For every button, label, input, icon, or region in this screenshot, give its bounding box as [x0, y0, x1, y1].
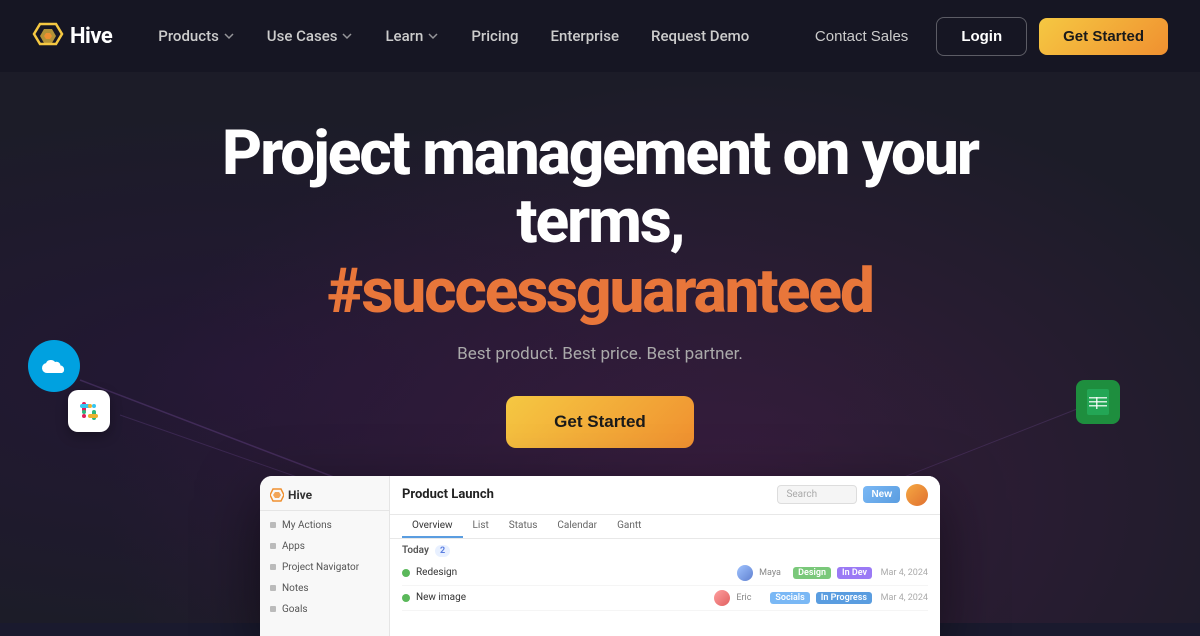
- chevron-down-icon: [341, 30, 353, 42]
- app-main: Product Launch Search New Overview List: [390, 476, 940, 636]
- hero-title: Project management on your terms,: [150, 120, 1050, 256]
- sidebar-item-notes[interactable]: Notes: [260, 578, 389, 599]
- nav-links: Products Use Cases Learn Pricing Enterpr…: [144, 19, 799, 53]
- task-status-dot: [402, 569, 410, 577]
- task-date-2: Mar 4, 2024: [878, 593, 928, 603]
- logo[interactable]: Hive: [32, 20, 112, 52]
- task-avatar-2: [714, 590, 730, 606]
- task-name-2: New image: [416, 592, 708, 603]
- nav-right: Contact Sales Login Get Started: [799, 17, 1168, 56]
- tab-calendar[interactable]: Calendar: [547, 515, 607, 538]
- new-button[interactable]: New: [863, 486, 900, 503]
- logo-text: Hive: [70, 24, 112, 49]
- salesforce-logo: [28, 340, 80, 392]
- app-sidebar-logo: Hive: [260, 484, 389, 511]
- sidebar-item-my-actions[interactable]: My Actions: [260, 515, 389, 536]
- app-preview-container: Hive My Actions Apps Project Navigator N…: [260, 476, 940, 636]
- app-topbar-right: Search New: [777, 484, 928, 506]
- nav-item-enterprise[interactable]: Enterprise: [537, 19, 633, 53]
- task-date-1: Mar 4, 2024: [878, 568, 928, 578]
- today-label: Today: [402, 545, 429, 556]
- project-title: Product Launch: [402, 487, 494, 502]
- user-avatar: [906, 484, 928, 506]
- task-person-2: Eric: [736, 593, 764, 603]
- slack-logo: [68, 390, 110, 432]
- sidebar-item-apps[interactable]: Apps: [260, 536, 389, 557]
- tab-status[interactable]: Status: [499, 515, 548, 538]
- nav-item-products[interactable]: Products: [144, 19, 249, 53]
- navbar: Hive Products Use Cases Learn Pricing En…: [0, 0, 1200, 72]
- login-button[interactable]: Login: [936, 17, 1027, 56]
- contact-sales-button[interactable]: Contact Sales: [799, 20, 924, 53]
- task-status-2: In Progress: [816, 592, 872, 604]
- task-status-dot-2: [402, 594, 410, 602]
- sidebar-item-project-navigator[interactable]: Project Navigator: [260, 557, 389, 578]
- nav-item-request-demo[interactable]: Request Demo: [637, 19, 763, 53]
- salesforce-icon: [40, 356, 68, 376]
- today-count: 2: [435, 545, 450, 557]
- task-person-1: Maya: [759, 568, 787, 578]
- hero-hashtag: #successguaranteed: [327, 256, 873, 327]
- task-tag-1: Design: [793, 567, 831, 579]
- today-row: Today 2: [402, 545, 928, 557]
- sheets-logo: [1076, 380, 1120, 424]
- task-name-1: Redesign: [416, 567, 731, 578]
- slack-icon: [76, 398, 102, 424]
- app-window: Hive My Actions Apps Project Navigator N…: [260, 476, 940, 636]
- sheets-icon: [1085, 387, 1111, 417]
- app-search[interactable]: Search: [777, 485, 857, 504]
- hive-logo-icon: [32, 20, 64, 52]
- chevron-down-icon: [427, 30, 439, 42]
- get-started-hero-button[interactable]: Get Started: [506, 396, 694, 448]
- task-avatar-1: [737, 565, 753, 581]
- sidebar-item-goals[interactable]: Goals: [260, 599, 389, 620]
- nav-item-use-cases[interactable]: Use Cases: [253, 19, 368, 53]
- task-status-1: In Dev: [837, 567, 872, 579]
- app-content: Today 2 Redesign Maya Design In Dev Mar …: [390, 539, 940, 617]
- tab-gantt[interactable]: Gantt: [607, 515, 651, 538]
- hive-sidebar-icon: [270, 488, 284, 502]
- nav-item-learn[interactable]: Learn: [371, 19, 453, 53]
- app-sidebar: Hive My Actions Apps Project Navigator N…: [260, 476, 390, 636]
- get-started-nav-button[interactable]: Get Started: [1039, 18, 1168, 55]
- hero-subtitle: Best product. Best price. Best partner.: [457, 344, 743, 364]
- task-tag-2: Socials: [770, 592, 809, 604]
- chevron-down-icon: [223, 30, 235, 42]
- hero-section: Project management on your terms, #succe…: [0, 72, 1200, 448]
- app-topbar: Product Launch Search New: [390, 476, 940, 515]
- tab-overview[interactable]: Overview: [402, 515, 463, 538]
- tab-list[interactable]: List: [463, 515, 499, 538]
- nav-item-pricing[interactable]: Pricing: [457, 19, 532, 53]
- task-row-2[interactable]: New image Eric Socials In Progress Mar 4…: [402, 586, 928, 611]
- app-tabs: Overview List Status Calendar Gantt: [390, 515, 940, 539]
- task-row-1[interactable]: Redesign Maya Design In Dev Mar 4, 2024: [402, 561, 928, 586]
